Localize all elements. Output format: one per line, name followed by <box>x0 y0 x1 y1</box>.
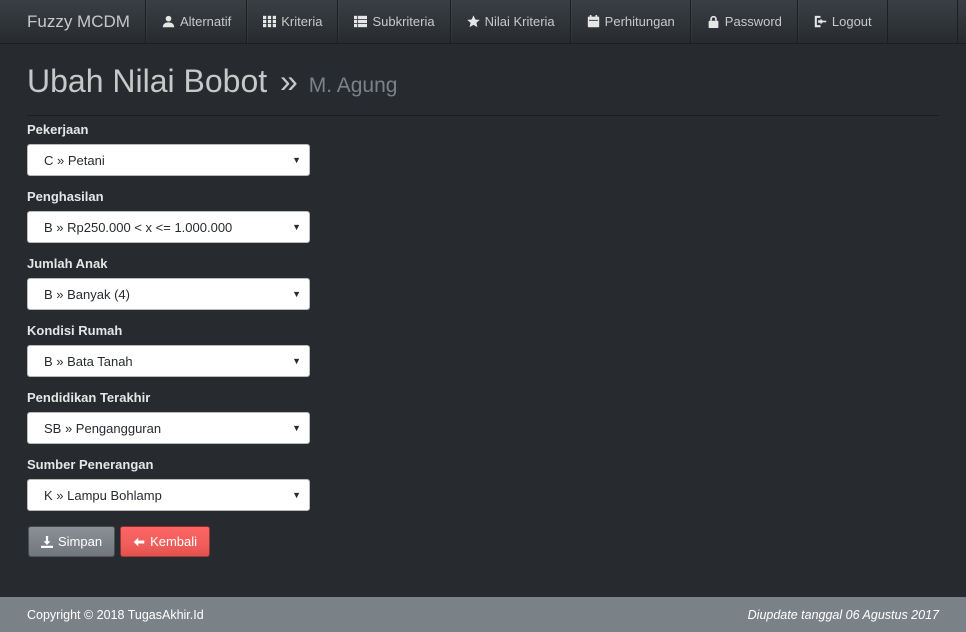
nav-kriteria-label: Kriteria <box>281 14 323 29</box>
page-subtitle: M. Agung <box>308 74 398 97</box>
footer-updated: Diupdate tanggal 06 Agustus 2017 <box>747 607 939 622</box>
nav-alternatif[interactable]: Alternatif <box>145 0 248 43</box>
nav-kriteria[interactable]: Kriteria <box>247 0 339 43</box>
edit-form: Pekerjaan C » Petani ▼ Penghasilan B » R… <box>27 122 317 524</box>
field-sumber-penerangan-label: Sumber Penerangan <box>27 457 154 472</box>
page-title-text: Ubah Nilai Bobot <box>27 63 268 99</box>
kondisi-rumah-select[interactable]: B » Bata Tanah ▼ <box>27 345 310 377</box>
nav-subkriteria-label: Subkriteria <box>372 14 435 29</box>
nav-password-label: Password <box>724 14 782 29</box>
sumber-penerangan-select-value: K » Lampu Bohlamp <box>44 487 162 503</box>
field-kondisi-rumah-label: Kondisi Rumah <box>27 323 123 338</box>
field-penghasilan-label: Penghasilan <box>27 189 104 204</box>
penghasilan-select[interactable]: B » Rp250.000 < x <= 1.000.000 ▼ <box>27 211 310 243</box>
field-pendidikan-terakhir: Pendidikan Terakhir SB » Pengangguran ▼ <box>27 390 317 457</box>
calendar-icon <box>587 15 600 28</box>
save-button[interactable]: Simpan <box>28 526 116 557</box>
back-button-label: Kembali <box>150 534 198 549</box>
caret-down-icon: ▼ <box>292 356 301 366</box>
user-icon <box>162 15 175 28</box>
field-jumlah-anak: Jumlah Anak B » Banyak (4) ▼ <box>27 256 317 323</box>
nav-password[interactable]: Password <box>690 0 798 43</box>
pendidikan-terakhir-select[interactable]: SB » Pengangguran ▼ <box>27 412 310 444</box>
field-jumlah-anak-label: Jumlah Anak <box>27 256 108 271</box>
caret-down-icon: ▼ <box>292 490 301 500</box>
jumlah-anak-select-value: B » Banyak (4) <box>44 286 130 302</box>
jumlah-anak-select[interactable]: B » Banyak (4) ▼ <box>27 278 310 310</box>
nav-perhitungan-label: Perhitungan <box>604 14 675 29</box>
field-pendidikan-terakhir-label: Pendidikan Terakhir <box>27 390 151 405</box>
caret-down-icon: ▼ <box>292 222 301 232</box>
nav-logout[interactable]: Logout <box>797 0 888 43</box>
pendidikan-terakhir-select-value: SB » Pengangguran <box>44 420 162 436</box>
th-list-icon <box>354 15 368 28</box>
back-button[interactable]: Kembali <box>120 526 211 557</box>
field-sumber-penerangan: Sumber Penerangan K » Lampu Bohlamp ▼ <box>27 457 317 524</box>
lock-icon <box>707 15 720 28</box>
nav-nilai-kriteria-label: Nilai Kriteria <box>484 14 555 29</box>
pekerjaan-select[interactable]: C » Petani ▼ <box>27 144 310 176</box>
kondisi-rumah-select-value: B » Bata Tanah <box>44 353 133 369</box>
pekerjaan-select-value: C » Petani <box>44 152 105 168</box>
nav-nilai-kriteria[interactable]: Nilai Kriteria <box>450 0 571 43</box>
th-icon <box>263 15 277 28</box>
sumber-penerangan-select[interactable]: K » Lampu Bohlamp ▼ <box>27 479 310 511</box>
navbar: Fuzzy MCDM Alternatif Kriteria Subkriter… <box>0 0 966 44</box>
footer: Copyright © 2018 TugasAkhir.Id Diupdate … <box>0 597 966 632</box>
caret-down-icon: ▼ <box>292 289 301 299</box>
nav-alternatif-label: Alternatif <box>179 14 232 29</box>
footer-copyright: Copyright © 2018 TugasAkhir.Id <box>27 607 204 622</box>
download-icon <box>41 535 53 548</box>
penghasilan-select-value: B » Rp250.000 < x <= 1.000.000 <box>44 219 233 235</box>
save-button-label: Simpan <box>58 534 103 549</box>
nav-perhitungan[interactable]: Perhitungan <box>570 0 691 43</box>
star-icon <box>466 15 480 28</box>
caret-down-icon: ▼ <box>292 155 301 165</box>
title-separator: » <box>280 63 298 99</box>
form-actions: Simpan Kembali <box>28 526 211 557</box>
field-penghasilan: Penghasilan B » Rp250.000 < x <= 1.000.0… <box>27 189 317 256</box>
nav-spacer <box>888 0 958 43</box>
page-header: Ubah Nilai Bobot » M. Agung <box>27 62 939 116</box>
page-title: Ubah Nilai Bobot » M. Agung <box>27 62 939 105</box>
arrow-left-icon <box>133 537 145 546</box>
nav-subkriteria[interactable]: Subkriteria <box>338 0 451 43</box>
field-pekerjaan: Pekerjaan C » Petani ▼ <box>27 122 317 189</box>
caret-down-icon: ▼ <box>292 423 301 433</box>
field-kondisi-rumah: Kondisi Rumah B » Bata Tanah ▼ <box>27 323 317 390</box>
logout-icon <box>814 15 827 28</box>
field-pekerjaan-label: Pekerjaan <box>27 122 89 137</box>
nav-logout-label: Logout <box>831 14 872 29</box>
brand-link[interactable]: Fuzzy MCDM <box>0 0 146 43</box>
